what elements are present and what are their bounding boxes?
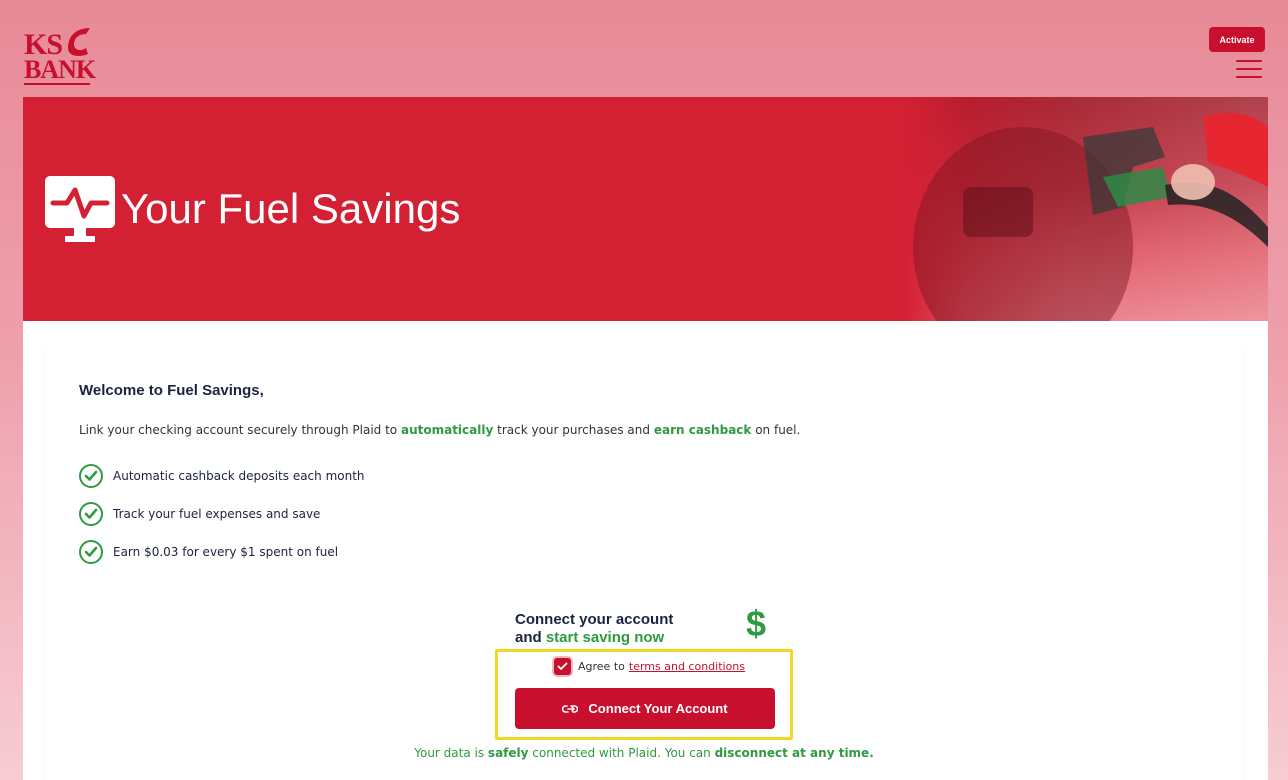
- benefit-item: Automatic cashback deposits each month: [79, 463, 365, 489]
- intro-highlight-cashback: earn cashback: [653, 423, 752, 437]
- check-circle-icon: [79, 464, 103, 488]
- check-circle-icon: [79, 502, 103, 526]
- welcome-heading: Welcome to Fuel Savings,: [79, 382, 264, 399]
- ks-bank-logo[interactable]: KS BANK: [24, 26, 96, 85]
- fuel-nozzle-illustration: [913, 112, 1268, 321]
- dollar-sign-icon: $: [746, 603, 767, 644]
- footer-safely: safely: [487, 746, 529, 760]
- monitor-pulse-icon: [45, 176, 115, 242]
- benefit-label: Track your fuel expenses and save: [113, 507, 321, 521]
- benefit-item: Earn $0.03 for every $1 spent on fuel: [79, 539, 365, 565]
- intro-text-part: track your purchases and: [493, 423, 654, 437]
- page-title: Your Fuel Savings: [121, 185, 461, 232]
- terms-and-conditions-link[interactable]: terms and conditions: [629, 660, 745, 673]
- intro-highlight-automatically: automatically: [400, 423, 494, 437]
- benefit-item: Track your fuel expenses and save: [79, 501, 365, 527]
- cta-line-2-prefix: and: [515, 629, 546, 646]
- intro-text: Link your checking account securely thro…: [79, 423, 800, 437]
- fuel-pump-photo: [903, 97, 1268, 321]
- cta-start-saving: start saving now: [545, 629, 665, 646]
- footer-text-part: Your data is: [414, 746, 488, 760]
- agree-label: Agree to: [578, 660, 625, 673]
- logo-swirl-icon: [68, 28, 90, 56]
- connect-account-button[interactable]: Connect Your Account: [515, 688, 775, 729]
- check-circle-icon: [79, 540, 103, 564]
- benefit-label: Automatic cashback deposits each month: [113, 469, 365, 483]
- activate-button[interactable]: Activate: [1209, 27, 1265, 52]
- terms-agreement-row: Agree to terms and conditions: [554, 658, 745, 675]
- footer-text-part: connected with Plaid. You can: [528, 746, 715, 760]
- connect-cta-heading: Connect your account and start saving no…: [515, 611, 673, 647]
- logo-bank-text: BANK: [24, 55, 96, 84]
- benefit-label: Earn $0.03 for every $1 spent on fuel: [113, 545, 339, 559]
- intro-text-part: on fuel.: [751, 423, 801, 437]
- intro-text-part: Link your checking account securely thro…: [79, 423, 401, 437]
- footer-disconnect: disconnect at any time.: [714, 746, 874, 760]
- hamburger-menu-icon[interactable]: [1236, 60, 1262, 78]
- benefits-list: Automatic cashback deposits each month T…: [79, 463, 365, 577]
- link-icon: [562, 704, 579, 713]
- connect-account-label: Connect Your Account: [588, 701, 728, 716]
- terms-checkbox[interactable]: [554, 658, 571, 675]
- logo-underline: [24, 83, 90, 85]
- cta-line-1: Connect your account: [515, 611, 674, 628]
- cta-line-2: and start saving now: [515, 629, 673, 647]
- hero-banner: Your Fuel Savings: [23, 97, 1268, 321]
- plaid-security-note: Your data is safely connected with Plaid…: [0, 746, 1288, 760]
